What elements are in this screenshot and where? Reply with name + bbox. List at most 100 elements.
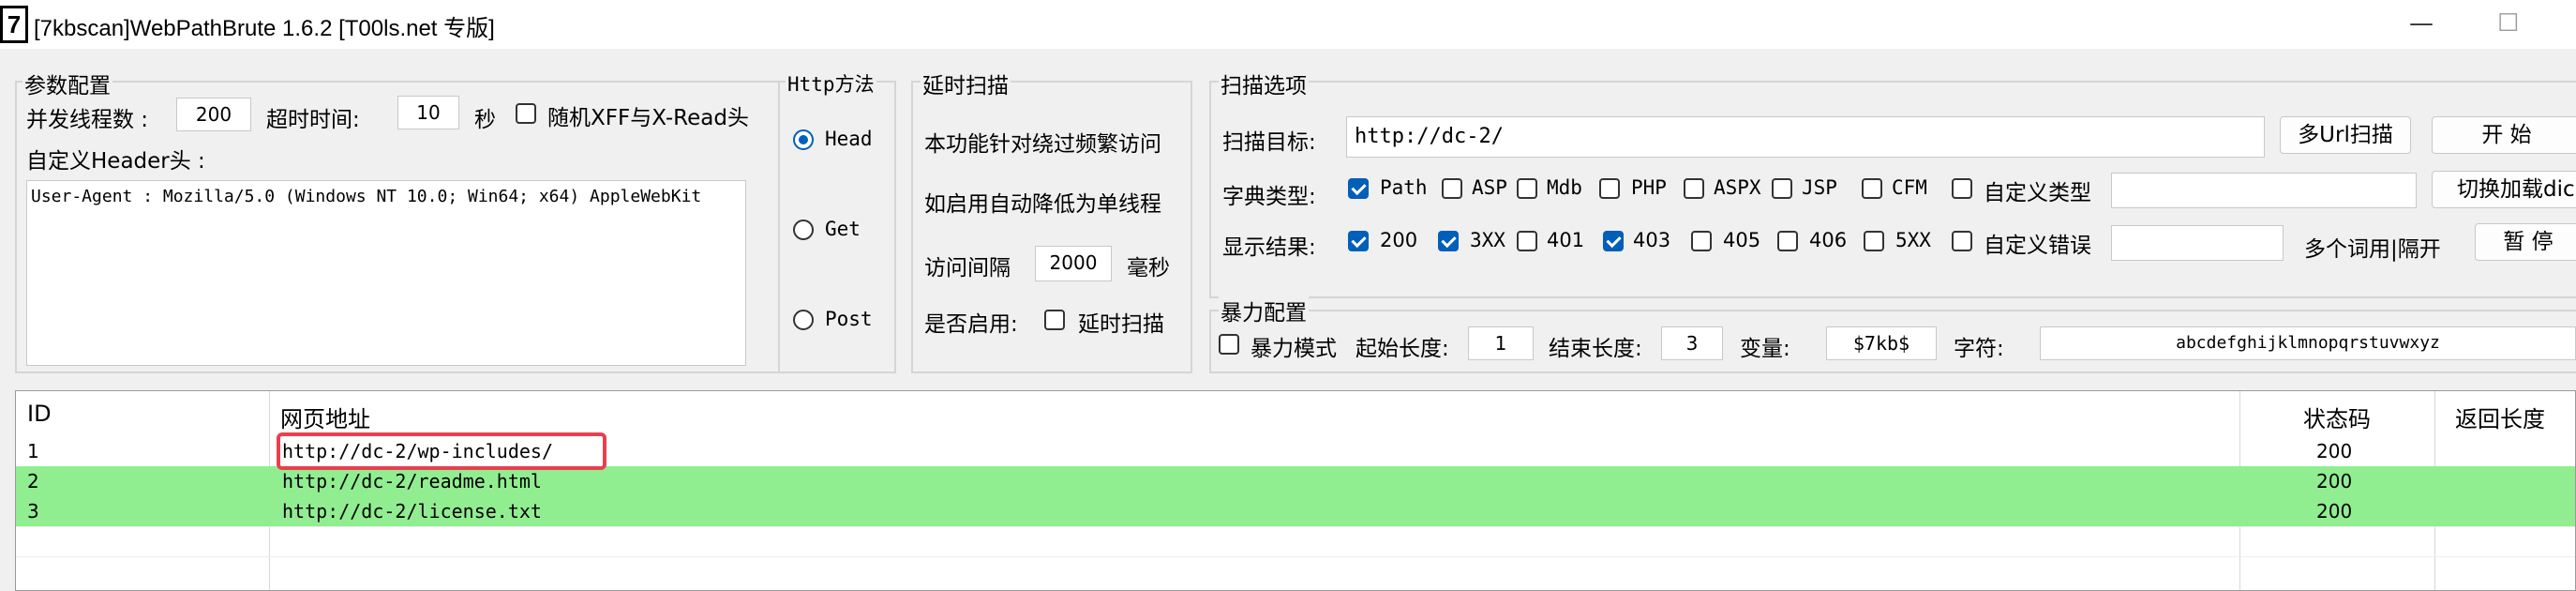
title-bar: 7 [7kbscan]WebPathBrute 1.6.2 [T00ls.net… — [0, 0, 2576, 49]
selection-highlight-box — [277, 432, 607, 470]
dict-path-label: Path — [1380, 176, 1428, 199]
dict-asp-checkbox[interactable] — [1442, 178, 1462, 199]
delay-enable-checkbox[interactable] — [1044, 310, 1065, 330]
custom-type-label: 自定义类型 — [1984, 181, 2091, 205]
brute-mode-checkbox[interactable] — [1219, 334, 1239, 355]
row-status: 200 — [2316, 470, 2353, 492]
random-xff-checkbox[interactable] — [516, 103, 536, 124]
threads-label: 并发线程数 : — [26, 108, 149, 132]
maximize-button[interactable]: ☐ — [2497, 9, 2519, 38]
dict-php-checkbox[interactable] — [1599, 178, 1620, 199]
radio-post[interactable] — [793, 310, 814, 330]
result-3xx-label: 3XX — [1470, 229, 1505, 251]
dict-php-label: PHP — [1631, 176, 1667, 199]
column-header-id[interactable]: ID — [27, 401, 52, 427]
start-button[interactable]: 开 始 — [2432, 116, 2576, 154]
header-label: 自定义Header头 : — [26, 149, 205, 174]
radio-head[interactable] — [793, 129, 814, 150]
result-406-label: 406 — [1809, 229, 1848, 251]
row-id: 3 — [27, 500, 39, 523]
interval-unit: 毫秒 — [1127, 256, 1170, 280]
custom-error-input[interactable] — [2111, 225, 2284, 261]
dict-cfm-label: CFM — [1892, 176, 1927, 199]
interval-label: 访问间隔 — [924, 256, 1011, 280]
result-403-label: 403 — [1633, 229, 1671, 251]
result-403-checkbox[interactable] — [1603, 231, 1624, 251]
column-header-length[interactable]: 返回长度 — [2455, 401, 2545, 433]
dict-jsp-checkbox[interactable] — [1772, 178, 1792, 199]
scan-options-label: 扫描选项 — [1219, 68, 1309, 99]
delay-enable-text: 延时扫描 — [1078, 312, 1164, 337]
app-icon: 7 — [0, 6, 28, 43]
variable-input[interactable]: $7kb$ — [1826, 326, 1937, 360]
results-table[interactable]: ID 网页地址 状态码 返回长度 1 http://dc-2/wp-includ… — [15, 390, 2576, 591]
delay-desc-1: 本功能针对绕过频繁访问 — [924, 132, 1161, 157]
timeout-label: 超时时间: — [266, 108, 360, 132]
target-label: 扫描目标: — [1222, 130, 1316, 155]
brute-mode-label: 暴力模式 — [1251, 337, 1337, 361]
target-input[interactable]: http://dc-2/ — [1346, 116, 2265, 158]
radio-head-label: Head — [825, 128, 873, 150]
row-divider — [16, 526, 2575, 527]
dict-jsp-label: JSP — [1802, 176, 1837, 199]
minimize-button[interactable]: — — [2409, 9, 2434, 38]
row-status: 200 — [2316, 500, 2353, 523]
radio-get-label: Get — [825, 218, 861, 240]
threads-input[interactable]: 200 — [176, 98, 251, 131]
result-3xx-checkbox[interactable] — [1438, 231, 1459, 251]
params-group-label: 参数配置 — [22, 68, 112, 99]
row-id: 1 — [27, 440, 39, 462]
timeout-input[interactable]: 10 — [397, 96, 459, 129]
result-200-label: 200 — [1380, 229, 1418, 251]
charset-input[interactable]: abcdefghijklmnopqrstuvwxyz — [2040, 326, 2576, 360]
radio-get[interactable] — [793, 220, 814, 240]
dict-type-label: 字典类型: — [1222, 185, 1316, 209]
result-406-checkbox[interactable] — [1777, 231, 1798, 251]
column-header-status[interactable]: 状态码 — [2303, 401, 2371, 433]
brute-group-label: 暴力配置 — [1219, 295, 1309, 326]
dict-asp-label: ASP — [1472, 176, 1507, 199]
table-row[interactable]: 3 http://dc-2/license.txt 200 — [16, 496, 2575, 526]
interval-input[interactable]: 2000 — [1035, 246, 1112, 281]
result-405-label: 405 — [1723, 229, 1761, 251]
delay-desc-2: 如启用自动降低为单线程 — [924, 192, 1161, 217]
custom-error-label: 自定义错误 — [1984, 234, 2091, 258]
window-title: [7kbscan]WebPathBrute 1.6.2 [T00ls.net 专… — [34, 16, 495, 41]
end-length-label: 结束长度: — [1549, 337, 1642, 361]
multi-url-button[interactable]: 多Url扫描 — [2280, 116, 2411, 154]
timeout-unit: 秒 — [474, 108, 496, 132]
custom-error-checkbox[interactable] — [1952, 231, 1972, 251]
dict-mdb-label: Mdb — [1547, 176, 1582, 199]
result-401-checkbox[interactable] — [1517, 231, 1537, 251]
dict-path-checkbox[interactable] — [1348, 178, 1369, 199]
result-401-label: 401 — [1547, 229, 1585, 251]
switch-dict-button[interactable]: 切换加载dic — [2432, 171, 2576, 208]
result-5xx-checkbox[interactable] — [1864, 231, 1884, 251]
row-status: 200 — [2316, 440, 2353, 462]
custom-type-checkbox[interactable] — [1952, 178, 1972, 199]
dict-cfm-checkbox[interactable] — [1862, 178, 1882, 199]
result-200-checkbox[interactable] — [1348, 231, 1369, 251]
header-textarea[interactable]: User-Agent : Mozilla/5.0 (Windows NT 10.… — [26, 180, 746, 366]
table-row[interactable]: 2 http://dc-2/readme.html 200 — [16, 466, 2575, 496]
multi-word-hint: 多个词用|隔开 — [2304, 237, 2441, 262]
random-xff-label: 随机XFF与X-Read头 — [547, 106, 749, 130]
dict-aspx-checkbox[interactable] — [1684, 178, 1704, 199]
result-5xx-label: 5XX — [1895, 229, 1931, 251]
end-length-input[interactable]: 3 — [1661, 326, 1723, 360]
variable-label: 变量: — [1740, 337, 1790, 361]
dict-aspx-label: ASPX — [1714, 176, 1761, 199]
row-url: http://dc-2/readme.html — [282, 470, 542, 492]
custom-type-input[interactable] — [2111, 173, 2417, 208]
delay-group-label: 延时扫描 — [921, 68, 1011, 99]
start-length-label: 起始长度: — [1355, 337, 1449, 361]
start-length-input[interactable]: 1 — [1468, 326, 1534, 360]
dict-mdb-checkbox[interactable] — [1517, 178, 1537, 199]
result-405-checkbox[interactable] — [1691, 231, 1712, 251]
row-id: 2 — [27, 470, 39, 492]
pause-button[interactable]: 暂 停 — [2475, 223, 2576, 261]
column-header-url[interactable]: 网页地址 — [280, 401, 370, 433]
row-url: http://dc-2/license.txt — [282, 500, 542, 523]
charset-label: 字符: — [1954, 337, 2004, 361]
http-method-label: Http方法 — [786, 69, 876, 98]
